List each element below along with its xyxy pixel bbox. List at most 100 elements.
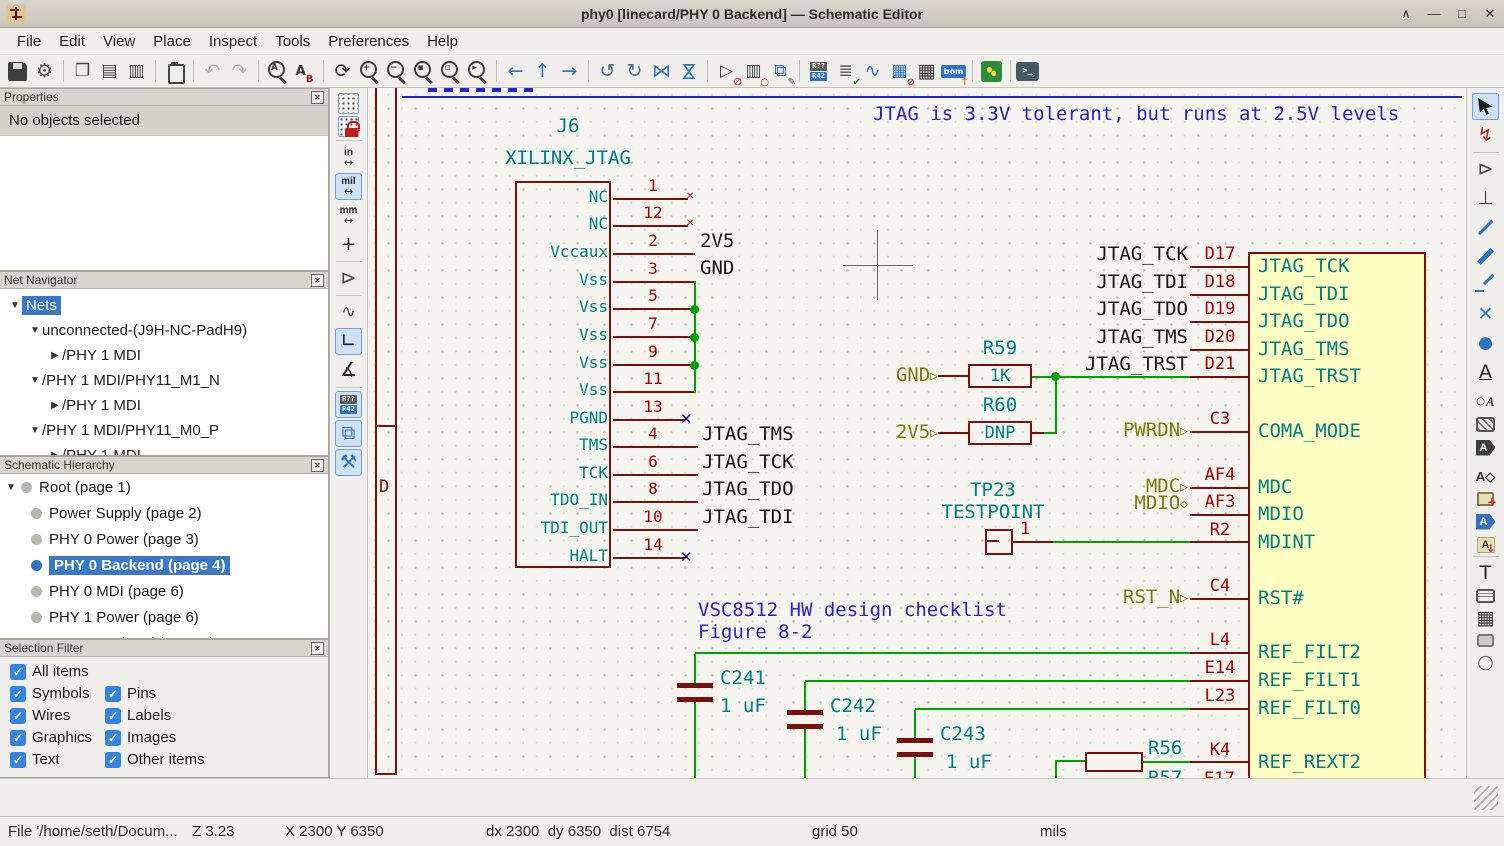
- deg45-lines-icon[interactable]: ∡: [335, 357, 362, 384]
- pin-wire[interactable]: [613, 281, 695, 283]
- filter-option[interactable]: Graphics: [10, 729, 105, 746]
- draw-bus-icon[interactable]: [1472, 243, 1499, 270]
- rotate-ccw-icon[interactable]: ↺: [594, 58, 621, 85]
- pin-number[interactable]: D17: [1194, 245, 1246, 264]
- r60-value[interactable]: DNP: [968, 424, 1032, 443]
- pin-wire[interactable]: [613, 529, 698, 531]
- save-icon[interactable]: [4, 58, 31, 85]
- ic-pin-name[interactable]: RST#: [1258, 588, 1304, 609]
- wire[interactable]: [1055, 760, 1057, 778]
- pcb-editor-icon[interactable]: [981, 61, 1002, 82]
- pin-wire[interactable]: [1190, 514, 1248, 516]
- no-connect-icon[interactable]: ✕: [1472, 301, 1499, 328]
- hier-label-icon[interactable]: A: [1472, 508, 1499, 535]
- hierarchy-label[interactable]: PHY 0 Power (page 3): [49, 531, 199, 548]
- tp23-reference[interactable]: TP23: [938, 480, 1048, 501]
- zoom-fit-icon[interactable]: ▪: [410, 58, 437, 85]
- pin-wire[interactable]: [1190, 321, 1248, 323]
- ic-pin-name[interactable]: JTAG_TDO: [1258, 311, 1350, 332]
- print-icon[interactable]: ▤: [96, 58, 123, 85]
- pin-wire[interactable]: [1190, 652, 1248, 654]
- rule-area-icon[interactable]: [1476, 417, 1495, 432]
- net-tree-label[interactable]: /PHY 1 MDI/PHY11_M0_P: [42, 422, 219, 439]
- refresh-icon[interactable]: ⟳: [329, 58, 356, 85]
- directive-label-icon[interactable]: A: [1472, 388, 1499, 415]
- pin-number[interactable]: R2: [1194, 521, 1246, 540]
- pin-name[interactable]: NC: [518, 215, 608, 233]
- units-inch-icon[interactable]: in: [335, 144, 362, 171]
- collapse-icon[interactable]: ▼: [28, 425, 42, 436]
- pin-number[interactable]: 13: [623, 398, 683, 416]
- pin-number-clipped[interactable]: E17: [1204, 770, 1235, 778]
- pin-wire[interactable]: [613, 391, 695, 393]
- erc-icon[interactable]: ≣✔: [832, 58, 859, 85]
- net-label[interactable]: JTAG_TDO: [1008, 299, 1188, 320]
- menu-help[interactable]: Help: [418, 29, 467, 54]
- ic-pin-name[interactable]: JTAG_TCK: [1258, 256, 1350, 277]
- pin-name[interactable]: Vss: [518, 271, 608, 289]
- annotate-icon[interactable]: R??R42: [805, 58, 832, 85]
- pin-wire[interactable]: [613, 474, 698, 476]
- hierarchy-label[interactable]: Root (page 1): [39, 479, 131, 496]
- ic-pin-name[interactable]: REF_FILT1: [1258, 670, 1361, 691]
- net-label-2v5[interactable]: 2V5: [700, 231, 734, 252]
- wire[interactable]: [1143, 761, 1190, 763]
- hierarchy-label[interactable]: PHY 1 Power (page 6): [49, 609, 199, 626]
- pin-number[interactable]: 6: [623, 453, 683, 471]
- redo-icon[interactable]: ↷: [226, 58, 253, 85]
- zoom-objects-icon[interactable]: ▫: [437, 58, 464, 85]
- net-label-jtag-tck[interactable]: JTAG_TCK: [702, 452, 794, 473]
- net-label[interactable]: JTAG_TRST: [1008, 354, 1188, 375]
- ic-pin-name[interactable]: JTAG_TDI: [1258, 284, 1350, 305]
- schematic-setup-icon[interactable]: ⚙: [31, 58, 58, 85]
- filter-option[interactable]: Other items: [105, 751, 318, 768]
- c241-value[interactable]: 1 uF: [720, 696, 766, 717]
- checklist-note-line2[interactable]: Figure 8-2: [698, 622, 812, 643]
- c241-reference[interactable]: C241: [720, 668, 766, 689]
- hierarchy-item[interactable]: PHY 1 Backend (page 7): [0, 630, 328, 638]
- pin-name[interactable]: Vccaux: [518, 243, 608, 261]
- hierarchy-item[interactable]: PHY 0 Backend (page 4): [0, 552, 328, 578]
- net-tree-item[interactable]: ▼/PHY 1 MDI/PHY11_M1_N: [0, 368, 328, 393]
- checkbox-checked-icon[interactable]: [105, 708, 121, 724]
- net-tree-label[interactable]: unconnected-(J9H-NC-PadH9): [42, 322, 247, 339]
- undo-icon[interactable]: ↶: [199, 58, 226, 85]
- pin-number[interactable]: D18: [1194, 273, 1246, 292]
- collapse-icon[interactable]: ▼: [28, 325, 42, 336]
- pin-number[interactable]: 1: [1020, 520, 1030, 539]
- minimize-icon[interactable]: —: [1420, 1, 1448, 27]
- wire[interactable]: [694, 654, 696, 683]
- free-angle-lines-icon[interactable]: ∿: [335, 299, 362, 326]
- filter-option[interactable]: Text: [10, 751, 105, 768]
- pin-number[interactable]: 11: [623, 370, 683, 388]
- pin-wire[interactable]: [1190, 294, 1248, 296]
- wire[interactable]: [804, 729, 806, 778]
- hierarchy-item[interactable]: PHY 0 MDI (page 6): [0, 578, 328, 604]
- pin-number[interactable]: E14: [1194, 659, 1246, 678]
- expand-icon[interactable]: ▶: [48, 400, 62, 411]
- hierarchy-label[interactable]: PHY 0 Backend (page 4): [49, 556, 230, 575]
- j6-reference[interactable]: J6: [518, 116, 618, 137]
- filter-option[interactable]: Pins: [105, 685, 318, 702]
- pin-wire[interactable]: [1190, 761, 1248, 763]
- tp23-value[interactable]: TESTPOINT: [918, 502, 1068, 523]
- r56-body[interactable]: [1085, 752, 1143, 772]
- hidden-pins-icon[interactable]: ⊳: [335, 265, 362, 292]
- capacitor-plate[interactable]: [897, 738, 933, 743]
- bom-icon[interactable]: bom↑: [940, 58, 967, 85]
- pin-wire[interactable]: [613, 557, 685, 559]
- pin-wire[interactable]: [613, 419, 685, 421]
- zoom-out-icon[interactable]: −: [383, 58, 410, 85]
- pin-number[interactable]: 12: [623, 204, 683, 222]
- net-tree-item[interactable]: ▶/PHY 1 MDI: [0, 393, 328, 418]
- menu-tools[interactable]: Tools: [266, 29, 319, 54]
- wire[interactable]: [914, 757, 916, 778]
- pin-number[interactable]: 4: [623, 425, 683, 443]
- pin-wire[interactable]: [1190, 598, 1248, 600]
- place-symbol-icon[interactable]: ⊳: [1472, 156, 1499, 183]
- ic-pin-name[interactable]: REF_FILT0: [1258, 698, 1361, 719]
- wire[interactable]: [1044, 432, 1057, 434]
- hv-lines-icon[interactable]: ∟: [335, 328, 362, 355]
- assign-footprints-icon[interactable]: ▦⊘: [886, 58, 913, 85]
- checkbox-checked-icon[interactable]: [10, 708, 26, 724]
